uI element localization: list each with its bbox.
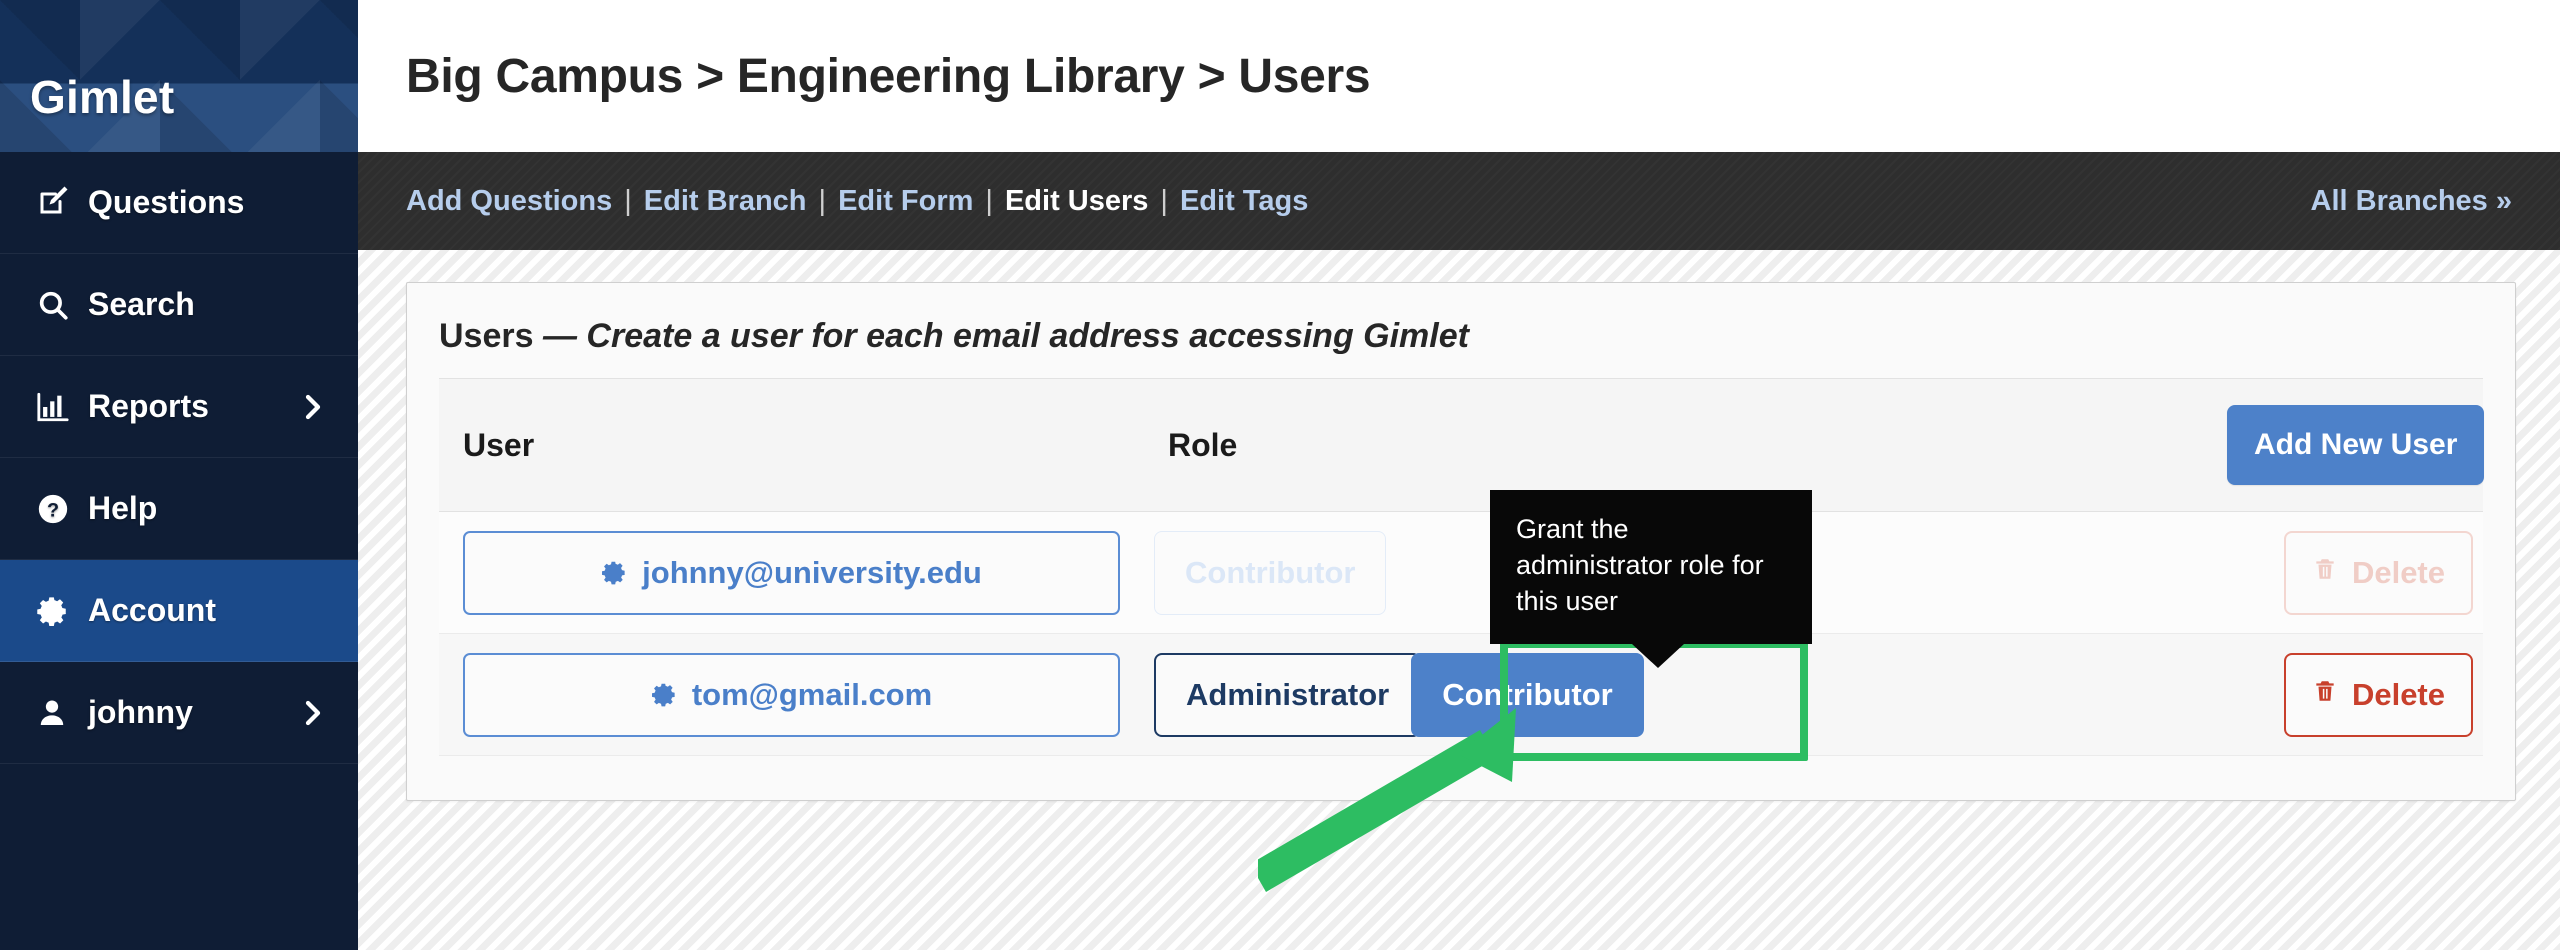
chevron-right-icon [298,698,328,728]
main-content: Big Campus > Engineering Library > Users… [358,0,2560,950]
tooltip-arrow-icon [1632,643,1684,668]
panel-title-description: — Create a user for each email address a… [542,317,1469,355]
sidebar-item-label: Search [88,286,195,322]
secondary-nav-links: Add Questions | Edit Branch | Edit Form … [406,185,1308,218]
subnav-link-edit-users[interactable]: Edit Users [1005,185,1148,218]
all-branches-link[interactable]: All Branches » [2311,185,2512,217]
sidebar-item-label: Questions [88,184,245,220]
users-table-body: johnny@university.edu Contributor Delete… [439,511,2483,756]
content-area: Users — Create a user for each email add… [358,250,2560,950]
sidebar-item-help[interactable]: ? Help [0,458,358,560]
panel-title: Users — Create a user for each email add… [439,309,2483,378]
subnav-separator: | [818,184,827,217]
delete-label: Delete [2351,554,2445,590]
table-row: johnny@university.edu Contributor Delete [439,511,2483,634]
user-email-button[interactable]: tom@gmail.com [463,652,1120,737]
sidebar-item-questions[interactable]: Questions [0,152,358,254]
top-header: Big Campus > Engineering Library > Users [358,0,2560,152]
breadcrumb: Big Campus > Engineering Library > Users [406,49,1371,103]
brand-name: Gimlet [30,71,175,123]
search-icon [36,288,78,322]
sidebar-item-search[interactable]: Search [0,254,358,356]
subnav-separator: | [624,184,632,217]
sidebar-item-label: Help [88,490,158,526]
sidebar-nav: Questions Search Reports ? Help Account … [0,152,358,764]
role-button-group: Contributor [1154,530,1387,615]
subnav-link-add-questions[interactable]: Add Questions [406,185,612,218]
sidebar-item-label: Reports [88,388,209,424]
trash-icon [2312,677,2338,713]
delete-button[interactable]: Delete [2283,652,2473,737]
table-row: tom@gmail.com Administrator Contributor [439,633,2483,756]
user-email-label: johnny@university.edu [642,554,982,590]
add-new-user-button[interactable]: Add New User [2227,405,2485,485]
delete-button[interactable]: Delete [2283,530,2473,615]
user-email-button[interactable]: johnny@university.edu [463,530,1120,615]
secondary-nav-right: All Branches » [2311,185,2512,218]
brand-header[interactable]: Gimlet [0,0,358,152]
sidebar-item-user[interactable]: johnny [0,662,358,764]
table-header-row: User Role Add New User [439,378,2485,512]
cell-actions: Delete [2203,633,2483,756]
delete-label: Delete [2351,676,2445,712]
sidebar-item-account[interactable]: Account [0,560,358,662]
panel-title-lead: Users [439,317,543,355]
svg-text:?: ? [47,499,59,521]
cell-actions: Delete [2203,511,2483,634]
tooltip-text: Grant the administrator role for this us… [1516,514,1764,616]
contributor-button[interactable]: Contributor [1411,652,1644,737]
subnav-separator: | [985,184,993,217]
trash-icon [2312,555,2338,591]
sidebar-item-label: Account [88,592,216,628]
users-panel: Users — Create a user for each email add… [406,282,2516,801]
gear-icon [601,559,628,586]
subnav-link-edit-branch[interactable]: Edit Branch [644,185,807,218]
cell-user: johnny@university.edu [439,511,1144,634]
subnav-separator: | [1160,184,1168,217]
tooltip: Grant the administrator role for this us… [1490,490,1812,668]
bar-chart-icon [36,390,78,424]
role-button-group: Administrator Contributor [1154,652,1644,737]
chevron-right-icon [298,392,328,422]
administrator-button[interactable]: Administrator [1154,652,1422,737]
user-email-label: tom@gmail.com [691,676,933,712]
subnav-link-edit-tags[interactable]: Edit Tags [1180,185,1308,218]
gear-icon [651,681,678,708]
users-table-head: User Role Add New User [439,378,2485,512]
column-header-user: User [439,378,1144,512]
sidebar: Gimlet Questions Search Reports ? Help A… [0,0,358,950]
app-root: Gimlet Questions Search Reports ? Help A… [0,0,2560,950]
secondary-nav: Add Questions | Edit Branch | Edit Form … [358,152,2560,250]
contributor-button[interactable]: Contributor [1154,530,1387,615]
cell-user: tom@gmail.com [439,633,1144,756]
column-header-actions: Add New User [2203,378,2485,512]
user-icon [36,697,78,729]
users-table: User Role Add New User johnny@university… [439,378,2485,756]
gear-icon [36,594,78,628]
edit-square-icon [36,185,78,221]
sidebar-item-label: johnny [88,694,193,730]
sidebar-item-reports[interactable]: Reports [0,356,358,458]
subnav-link-edit-form[interactable]: Edit Form [838,185,973,218]
question-circle-icon: ? [36,492,78,526]
